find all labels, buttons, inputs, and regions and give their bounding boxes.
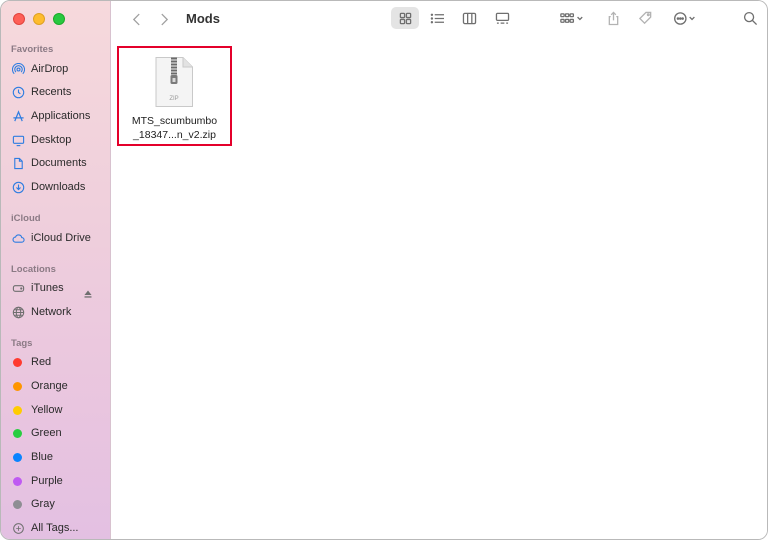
- sidebar-tag-red[interactable]: Red: [11, 352, 107, 372]
- icloud-section-title: iCloud: [11, 213, 41, 224]
- sidebar-item-applications[interactable]: Applications: [11, 106, 107, 126]
- zip-file-icon: ZIP: [155, 57, 193, 107]
- tags-section-title: Tags: [11, 338, 33, 349]
- disk-icon: [11, 281, 25, 295]
- sidebar-item-label: iTunes: [31, 282, 64, 294]
- sidebar-item-label: Red: [31, 356, 52, 368]
- search-button[interactable]: [739, 7, 761, 29]
- sidebar-tag-blue[interactable]: Blue: [11, 447, 107, 467]
- sidebar-item-label: Green: [31, 427, 62, 439]
- group-grid-chevron-icon: [560, 12, 583, 23]
- sidebar-tag-yellow[interactable]: Yellow: [11, 400, 107, 420]
- clock-icon: [11, 85, 25, 99]
- tag-color-dot: [13, 476, 22, 486]
- sidebar-item-label: Orange: [31, 380, 68, 392]
- zip-icon-label: ZIP: [169, 96, 178, 102]
- file-name: MTS_scumbumbo _18347...n_v2.zip: [119, 114, 230, 142]
- file-browser-content: ZIP MTS_scumbumbo _18347...n_v2.zip: [112, 37, 767, 539]
- sidebar-item-recents[interactable]: Recents: [11, 82, 107, 102]
- gallery-icon: [495, 12, 509, 24]
- ellipsis-circle-icon: [674, 11, 695, 25]
- tag-color-dot: [13, 499, 22, 509]
- sidebar-item-label: Network: [31, 306, 72, 318]
- sidebar-item-label: Applications: [31, 110, 91, 122]
- sidebar-tag-gray[interactable]: Gray: [11, 494, 107, 514]
- sidebar-item-label: Recents: [31, 86, 72, 98]
- list-view-button[interactable]: [423, 7, 451, 29]
- file-name-line-1: MTS_scumbumbo: [131, 115, 218, 127]
- window-controls: [13, 13, 65, 25]
- document-icon: [11, 156, 25, 170]
- tag-color-dot: [13, 428, 22, 438]
- sidebar-item-label: Desktop: [31, 134, 72, 146]
- airdrop-icon: [11, 62, 25, 76]
- gallery-view-button[interactable]: [488, 7, 516, 29]
- file-name-line-2: _18347...n_v2.zip: [133, 129, 216, 141]
- columns-icon: [462, 12, 476, 24]
- search-icon: [743, 11, 757, 25]
- list-icon: [430, 13, 444, 23]
- tag-color-dot: [13, 381, 22, 391]
- forward-button[interactable]: [156, 10, 172, 28]
- icon-view-button[interactable]: [391, 7, 419, 29]
- sidebar-item-icloud-drive[interactable]: iCloud Drive: [11, 228, 107, 248]
- chevron-right-icon: [160, 13, 168, 25]
- sidebar: Favorites AirDrop Recents Applications D…: [1, 1, 111, 539]
- back-button[interactable]: [128, 10, 144, 28]
- locations-section-title: Locations: [11, 264, 56, 275]
- toolbar: Mods: [112, 1, 767, 37]
- applications-icon: [11, 109, 25, 123]
- sidebar-item-downloads[interactable]: Downloads: [11, 177, 107, 197]
- sidebar-item-documents[interactable]: Documents: [11, 153, 107, 173]
- share-button[interactable]: [602, 7, 624, 29]
- chevron-left-icon: [132, 13, 140, 25]
- all-tags-icon: [11, 521, 25, 535]
- tag-color-dot: [13, 405, 22, 415]
- sidebar-item-label: Gray: [31, 498, 55, 510]
- sidebar-tag-green[interactable]: Green: [11, 423, 107, 443]
- share-icon: [608, 11, 618, 25]
- favorites-section-title: Favorites: [11, 44, 54, 55]
- group-by-button[interactable]: [554, 7, 590, 29]
- desktop-icon: [11, 133, 25, 147]
- finder-window: Favorites AirDrop Recents Applications D…: [0, 0, 768, 540]
- sidebar-tag-orange[interactable]: Orange: [11, 376, 107, 396]
- tag-icon: [638, 11, 651, 24]
- eject-icon[interactable]: [83, 289, 93, 299]
- download-icon: [11, 180, 25, 194]
- sidebar-item-label: Downloads: [31, 181, 86, 193]
- tag-button[interactable]: [633, 7, 657, 29]
- sidebar-item-label: Yellow: [31, 404, 63, 416]
- cloud-icon: [11, 231, 25, 245]
- sidebar-item-label: AirDrop: [31, 63, 69, 75]
- file-item-zip[interactable]: ZIP MTS_scumbumbo _18347...n_v2.zip: [117, 46, 232, 146]
- sidebar-item-all-tags[interactable]: All Tags...: [11, 518, 107, 538]
- globe-icon: [11, 305, 25, 319]
- window-title: Mods: [186, 11, 220, 26]
- minimize-button[interactable]: [33, 13, 45, 25]
- tag-color-dot: [13, 452, 22, 462]
- sidebar-item-label: All Tags...: [31, 522, 79, 534]
- action-menu-button[interactable]: [668, 7, 702, 29]
- sidebar-item-network[interactable]: Network: [11, 302, 107, 322]
- grid-icon: [399, 12, 411, 24]
- sidebar-item-label: Documents: [31, 157, 87, 169]
- sidebar-item-label: Blue: [31, 451, 54, 463]
- column-view-button[interactable]: [455, 7, 483, 29]
- sidebar-item-label: Purple: [31, 475, 63, 487]
- tag-color-dot: [13, 357, 22, 367]
- sidebar-item-airdrop[interactable]: AirDrop: [11, 59, 107, 79]
- sidebar-tag-purple[interactable]: Purple: [11, 471, 107, 491]
- close-button[interactable]: [13, 13, 25, 25]
- zoom-button[interactable]: [53, 13, 65, 25]
- sidebar-item-label: iCloud Drive: [31, 232, 91, 244]
- sidebar-item-desktop[interactable]: Desktop: [11, 130, 107, 150]
